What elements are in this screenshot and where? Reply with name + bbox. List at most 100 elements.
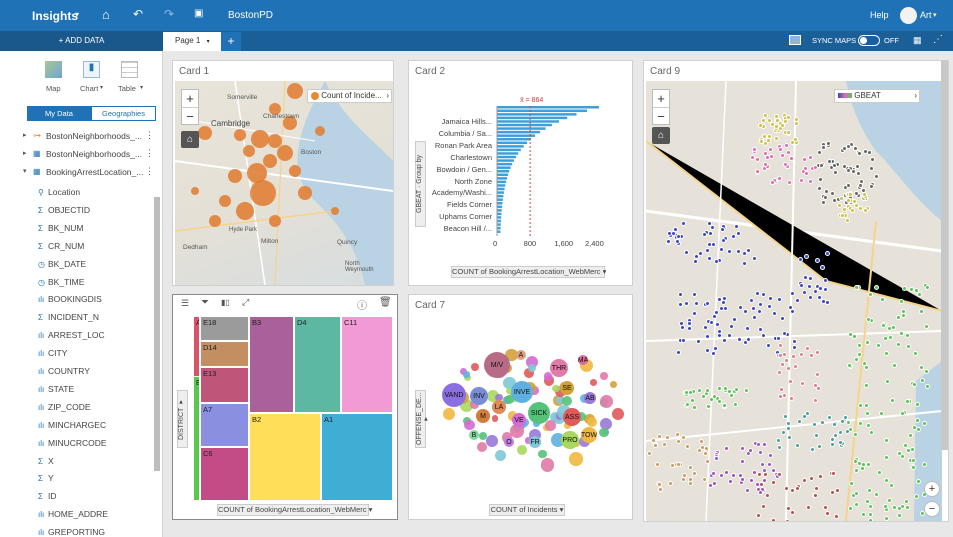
sync-maps-toggle[interactable]: [858, 35, 880, 46]
small-bubble[interactable]: [598, 427, 609, 438]
gbeat-point[interactable]: [785, 426, 791, 432]
bubble[interactable]: SE: [560, 381, 574, 395]
gbeat-point[interactable]: [839, 418, 845, 424]
small-bubble[interactable]: [442, 408, 455, 420]
gbeat-point[interactable]: [776, 296, 782, 302]
grid-icon[interactable]: ▦: [913, 35, 922, 46]
small-bubble[interactable]: [491, 415, 499, 422]
field-item[interactable]: Σ ID: [38, 491, 57, 501]
gbeat-point[interactable]: [806, 504, 812, 510]
gbeat-point[interactable]: [794, 297, 800, 303]
zoom-in-button[interactable]: +: [182, 90, 198, 108]
field-item[interactable]: Σ BK_NUM: [38, 223, 83, 233]
small-bubble[interactable]: [545, 419, 557, 431]
gbeat-point[interactable]: [766, 133, 772, 139]
bar[interactable]: [497, 230, 501, 233]
gbeat-point[interactable]: [887, 334, 893, 340]
zoom-out-button[interactable]: −: [924, 501, 940, 517]
gbeat-point[interactable]: [780, 315, 786, 321]
bar[interactable]: [497, 180, 507, 184]
field-item[interactable]: ılı COUNTRY: [38, 366, 90, 376]
small-bubble[interactable]: [478, 431, 487, 440]
gbeat-point[interactable]: [752, 146, 758, 152]
gbeat-point[interactable]: [751, 469, 757, 475]
small-bubble[interactable]: [528, 364, 537, 373]
gbeat-point[interactable]: [864, 340, 870, 346]
gbeat-point[interactable]: [847, 191, 853, 197]
gbeat-point[interactable]: [808, 352, 814, 358]
tab-my-data[interactable]: My Data: [27, 106, 91, 121]
bar[interactable]: [497, 127, 546, 130]
gbeat-point[interactable]: [851, 334, 857, 340]
viz-chart-button[interactable]: ▮ Chart ▾: [78, 59, 108, 97]
incident-bubble[interactable]: [287, 83, 303, 99]
bubble[interactable]: TOW: [581, 427, 597, 443]
chevron-right-icon[interactable]: ›: [386, 90, 389, 102]
small-bubble[interactable]: [486, 435, 498, 448]
gbeat-point[interactable]: [795, 485, 801, 491]
gbeat-point[interactable]: [790, 353, 796, 359]
bar[interactable]: [497, 148, 521, 152]
bubble[interactable]: INVE: [511, 381, 533, 403]
gbeat-point[interactable]: [687, 476, 693, 482]
treemap-cell[interactable]: E18: [200, 316, 249, 341]
gbeat-point[interactable]: [798, 282, 804, 288]
chevron-right-icon[interactable]: ▸: [23, 149, 27, 157]
gbeat-point[interactable]: [867, 518, 873, 521]
gbeat-point[interactable]: [774, 118, 780, 124]
gbeat-point[interactable]: [691, 404, 697, 410]
gbeat-point[interactable]: [785, 149, 791, 155]
filter-icon[interactable]: ⏷: [201, 297, 209, 308]
gbeat-point[interactable]: [702, 476, 708, 482]
gbeat-point[interactable]: [882, 503, 888, 509]
gbeat-point[interactable]: [798, 352, 804, 358]
gbeat-point[interactable]: [905, 343, 911, 349]
gbeat-point[interactable]: [724, 469, 730, 475]
map-legend[interactable]: GBEAT ›: [834, 89, 920, 103]
treemap-cell[interactable]: A7: [200, 403, 249, 447]
viz-map-button[interactable]: Map: [43, 59, 65, 97]
gbeat-point[interactable]: [813, 432, 819, 438]
small-bubble[interactable]: [495, 449, 507, 461]
gbeat-point[interactable]: [857, 342, 862, 348]
gbeat-point[interactable]: [895, 342, 901, 348]
field-item[interactable]: ΣY: [38, 473, 54, 483]
field-item[interactable]: ΣX: [38, 456, 54, 466]
add-data-button[interactable]: + ADD DATA: [0, 31, 163, 51]
gbeat-point[interactable]: [806, 283, 812, 289]
gbeat-point[interactable]: [861, 360, 867, 366]
gbeat-point[interactable]: [741, 260, 747, 266]
small-bubble[interactable]: [586, 416, 598, 428]
gbeat-point[interactable]: [698, 250, 704, 256]
gbeat-point[interactable]: [783, 143, 789, 149]
bar[interactable]: [497, 187, 505, 191]
delete-icon[interactable]: 🗑: [379, 297, 392, 308]
incident-bubble[interactable]: [236, 202, 254, 220]
chevron-down-icon[interactable]: ▾: [207, 39, 210, 45]
map-legend[interactable]: Count of Incide... ›: [307, 89, 392, 103]
more-icon[interactable]: ⋮: [145, 148, 154, 159]
gbeat-point[interactable]: [853, 467, 859, 473]
gbeat-point[interactable]: [707, 482, 713, 488]
bar[interactable]: [497, 109, 588, 113]
gbeat-point[interactable]: [765, 343, 771, 349]
gbeat-point[interactable]: [711, 481, 717, 487]
incident-bubble[interactable]: [277, 145, 293, 161]
gbeat-point[interactable]: [816, 443, 822, 449]
zoom-in-button[interactable]: +: [924, 481, 940, 497]
gbeat-point[interactable]: [830, 471, 836, 477]
info-icon[interactable]: ⓘ: [357, 297, 367, 312]
gbeat-point[interactable]: [722, 386, 728, 392]
field-item[interactable]: Σ INCIDENT_N: [38, 312, 99, 322]
gbeat-point[interactable]: [756, 512, 762, 518]
field-item[interactable]: ⚲ Location: [38, 187, 80, 197]
viz-table-button[interactable]: Table ▾: [116, 59, 146, 97]
gbeat-point[interactable]: [862, 208, 868, 214]
incident-bubble[interactable]: [198, 126, 212, 140]
incident-bubble[interactable]: [298, 186, 312, 200]
treemap-cell[interactable]: C11: [341, 316, 393, 413]
gbeat-point[interactable]: [777, 369, 783, 375]
gbeat-point[interactable]: [760, 461, 766, 467]
gbeat-point[interactable]: [783, 413, 789, 419]
treemap-cell[interactable]: C6: [200, 447, 249, 501]
